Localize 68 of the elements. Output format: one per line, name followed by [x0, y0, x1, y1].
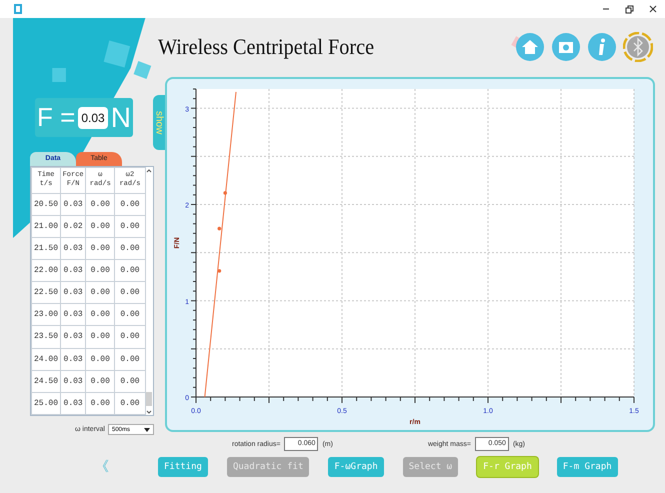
table-cell: 0.00: [114, 215, 146, 238]
table-cell: 22.00: [32, 260, 61, 282]
table-cell: 0.00: [86, 326, 115, 348]
dropdown-caret-icon: [144, 428, 150, 432]
table-cell: 24.50: [32, 370, 61, 392]
force-value: 0.03: [78, 106, 108, 128]
table-cell: 0.03: [60, 193, 86, 216]
table-cell: 0.03: [60, 237, 86, 260]
table-cell: 23.00: [32, 304, 61, 326]
table-cell: 0.00: [114, 326, 146, 348]
table-cell: 0.00: [86, 392, 115, 414]
close-icon[interactable]: [649, 5, 657, 13]
scrollbar[interactable]: [146, 167, 153, 415]
square-decoration: [104, 40, 130, 68]
home-icon[interactable]: [515, 32, 545, 62]
table-cell: 0.00: [86, 348, 115, 370]
table-cell: 0.00: [114, 237, 146, 260]
graph-button[interactable]: Fitting: [158, 457, 208, 477]
table-cell: 22.50: [32, 282, 61, 304]
scrollbar-thumb[interactable]: [146, 392, 152, 406]
restore-icon[interactable]: [625, 4, 634, 14]
table-cell: 0.00: [114, 370, 146, 392]
table-cell: 0.00: [114, 260, 146, 282]
table-cell: 0.03: [60, 326, 86, 348]
table-cell: 0.00: [114, 348, 146, 370]
table-cell: 0.00: [86, 193, 115, 216]
back-button[interactable]: 《: [95, 458, 109, 476]
data-point: [218, 226, 222, 230]
table-cell: 20.50: [32, 193, 61, 216]
force-unit: N: [110, 102, 131, 134]
table-cell: 0.00: [86, 237, 115, 260]
table-cell: 21.00: [32, 215, 61, 238]
table-cell: 0.02: [60, 215, 86, 238]
table-cell: 0.03: [60, 348, 86, 370]
camera-icon[interactable]: [551, 32, 581, 62]
data-point: [223, 190, 227, 194]
table-cell: 25.00: [32, 392, 61, 414]
table-cell: 0.00: [86, 215, 115, 238]
scroll-down-icon[interactable]: [146, 409, 152, 415]
table-cell: 0.00: [86, 282, 115, 304]
table-cell: 23.50: [32, 326, 61, 348]
bluetooth-icon[interactable]: [623, 32, 653, 62]
graph-button[interactable]: F-ωGraph: [328, 457, 384, 477]
app-icon: [13, 3, 23, 15]
table-cell: 0.03: [60, 260, 86, 282]
show-tab[interactable]: show: [153, 95, 165, 150]
table-cell: 0.00: [114, 392, 146, 414]
square-decoration: [52, 68, 66, 82]
table-cell: 0.03: [60, 282, 86, 304]
table-cell: 0.00: [114, 304, 146, 326]
table-cell: 0.03: [60, 370, 86, 392]
table-cell: 0.00: [114, 193, 146, 216]
table-cell: 0.03: [60, 304, 86, 326]
force-label: F =: [37, 102, 76, 133]
table-cell: 0.00: [114, 282, 146, 304]
scroll-up-icon[interactable]: [146, 168, 152, 174]
table-cell: 0.03: [60, 392, 86, 414]
window-title: Wireless Centripetal Force: [158, 34, 374, 60]
table-cell: 0.00: [86, 370, 115, 392]
table-cell: 0.00: [86, 304, 115, 326]
table-cell: 0.00: [86, 260, 115, 282]
graph-button[interactable]: F-m Graph: [556, 457, 618, 477]
info-icon[interactable]: [587, 32, 617, 62]
square-decoration: [134, 61, 152, 79]
data-point: [218, 268, 222, 272]
graph-button[interactable]: F-r Graph: [477, 457, 538, 477]
table-cell: 21.50: [32, 237, 61, 260]
table-cell: 24.00: [32, 348, 61, 370]
